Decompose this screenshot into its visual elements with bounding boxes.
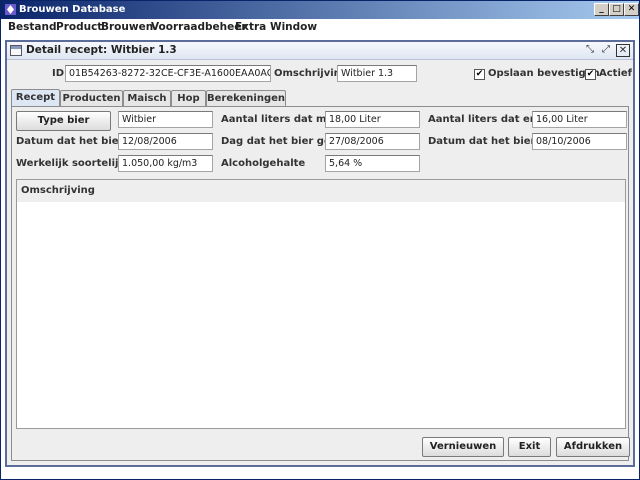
title-bar: Brouwen Database _ □ ✕ (1, 1, 639, 19)
opslaan-checkbox[interactable]: ✔ (474, 69, 485, 80)
maximize-icon[interactable]: ⤢ (599, 44, 613, 57)
datum-brouw-field[interactable]: 12/08/2006 (118, 133, 213, 150)
window-title: Brouwen Database (19, 4, 126, 15)
detail-recept-frame: Detail recept: Witbier 1.3 ⤡ ⤢ ✕ ID 01B5… (5, 40, 635, 467)
menu-window[interactable]: Window (270, 21, 317, 33)
app-icon (5, 4, 16, 15)
menu-brouwen[interactable]: Brouwen (101, 21, 153, 33)
omschrijving-textarea[interactable]: Omschrijving (16, 179, 626, 429)
menu-bestand[interactable]: Bestand (8, 21, 56, 33)
frame-title-bar[interactable]: Detail recept: Witbier 1.3 ⤡ ⤢ ✕ (7, 42, 633, 60)
afdrukken-button[interactable]: Afdrukken (556, 437, 630, 457)
dag-field[interactable]: 27/08/2006 (325, 133, 420, 150)
exit-button[interactable]: Exit (508, 437, 551, 457)
minimize-button[interactable]: _ (594, 3, 609, 16)
omschrijving-header: Omschrijving (17, 180, 625, 202)
liters-me-field[interactable]: 18,00 Liter (325, 111, 420, 128)
desktop-pane: Detail recept: Witbier 1.3 ⤡ ⤢ ✕ ID 01B5… (1, 38, 639, 479)
actief-label: Actief (599, 68, 633, 79)
close-button[interactable]: ✕ (624, 3, 639, 16)
alcohol-label: Alcoholgehalte (221, 158, 306, 169)
liters-er-field[interactable]: 16,00 Liter (532, 111, 627, 128)
iconify-icon[interactable]: ⤡ (583, 44, 597, 57)
close-icon[interactable]: ✕ (616, 44, 630, 57)
type-bier-button[interactable]: Type bier (16, 111, 111, 131)
frame-window-icon (10, 45, 22, 56)
tab-producten[interactable]: Producten (60, 90, 123, 106)
omschrijving-field[interactable]: Witbier 1.3 (337, 65, 417, 82)
id-label: ID (52, 68, 65, 79)
type-bier-field[interactable]: Witbier (118, 111, 213, 128)
omschrijving-section-label: Omschrijving (21, 185, 95, 196)
menu-extra[interactable]: Extra (235, 21, 266, 33)
tab-hop[interactable]: Hop (171, 90, 206, 106)
actief-checkbox[interactable]: ✔ (585, 69, 596, 80)
dag-label: Dag dat het bier ge... (221, 136, 343, 147)
menu-product[interactable]: Product (56, 21, 102, 33)
id-field[interactable]: 01B54263-8272-32CE-CF3E-A1600EAA0AC0 (65, 65, 271, 82)
menu-voorraadbeheer[interactable]: Voorraadbeheer (151, 21, 247, 33)
datum-bottel-field[interactable]: 08/10/2006 (532, 133, 627, 150)
opslaan-label: Opslaan bevestigen (488, 68, 600, 79)
app-window: Brouwen Database _ □ ✕ Bestand Product B… (0, 0, 640, 480)
frame-title: Detail recept: Witbier 1.3 (26, 44, 177, 56)
vernieuwen-button[interactable]: Vernieuwen (422, 437, 504, 457)
tab-berekeningen[interactable]: Berekeningen (206, 90, 286, 106)
recept-panel: Type bier Witbier Aantal liters dat me..… (11, 106, 630, 461)
tab-recept[interactable]: Recept (11, 89, 60, 106)
menu-bar: Bestand Product Brouwen Voorraadbeheer E… (1, 19, 639, 38)
maximize-button[interactable]: □ (609, 3, 624, 16)
soortelijk-field[interactable]: 1.050,00 kg/m3 (118, 155, 213, 172)
alcohol-field[interactable]: 5,64 % (325, 155, 420, 172)
tab-maisch[interactable]: Maisch (123, 90, 171, 106)
